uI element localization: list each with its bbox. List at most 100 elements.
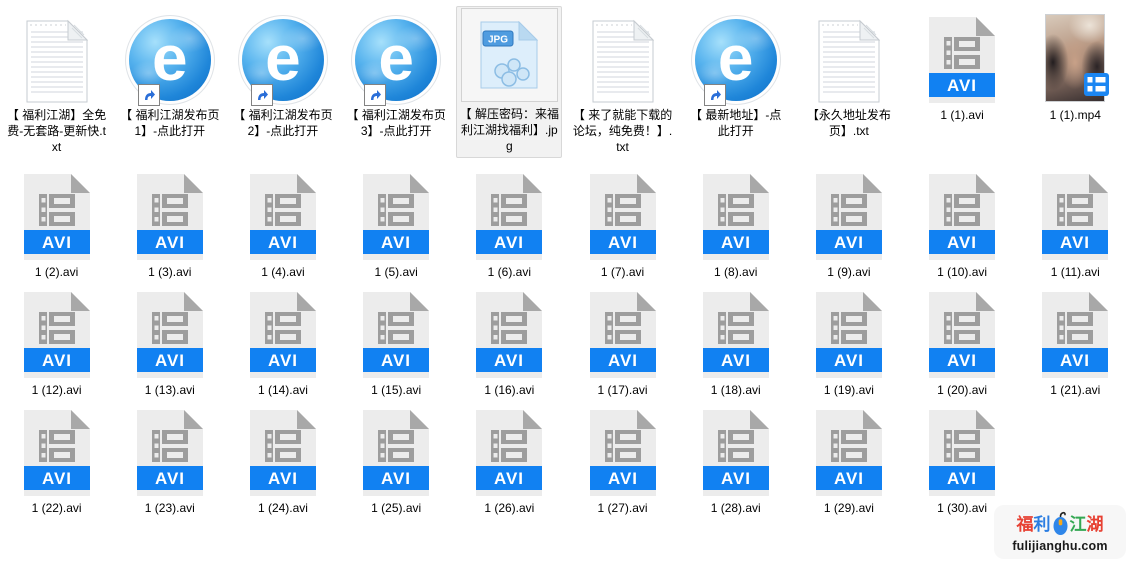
file-item[interactable]: e 【 福利江湖发布页1】-点此打开 <box>113 6 226 170</box>
file-name-label[interactable]: 1 (24).avi <box>258 500 308 516</box>
file-name-label[interactable]: 1 (25).avi <box>371 500 421 516</box>
file-item[interactable]: AVI 1 (22).avi <box>0 406 113 524</box>
file-name-label[interactable]: 【 福利江湖发布页1】-点此打开 <box>119 107 221 139</box>
watermark-domain: fulijianghu.com <box>1012 539 1107 553</box>
file-item[interactable]: AVI 1 (29).avi <box>792 406 905 524</box>
file-item[interactable]: e 【 最新地址】-点此打开 <box>679 6 792 170</box>
file-icon-area: AVI <box>1042 170 1108 260</box>
file-name-label[interactable]: 1 (26).avi <box>484 500 534 516</box>
file-name-label[interactable]: 【 福利江湖发布页3】-点此打开 <box>345 107 447 139</box>
file-item[interactable]: AVI 1 (11).avi <box>1019 170 1132 288</box>
file-name-label[interactable]: 【永久地址发布页】.txt <box>798 107 900 139</box>
video-file-icon: AVI <box>476 292 542 378</box>
file-item[interactable]: 1 (1).mp4 <box>1019 6 1132 170</box>
svg-text:AVI: AVI <box>834 233 864 252</box>
file-name-label[interactable]: 1 (28).avi <box>711 500 761 516</box>
file-icon-area: AVI <box>250 288 316 378</box>
file-item[interactable]: AVI 1 (24).avi <box>226 406 339 524</box>
file-item[interactable]: AVI 1 (25).avi <box>340 406 453 524</box>
file-name-label[interactable]: 1 (15).avi <box>371 382 421 398</box>
file-item[interactable]: AVI 1 (17).avi <box>566 288 679 406</box>
file-item[interactable]: AVI 1 (21).avi <box>1019 288 1132 406</box>
file-item[interactable]: AVI 1 (14).avi <box>226 288 339 406</box>
file-name-label[interactable]: 1 (7).avi <box>601 264 644 280</box>
file-item[interactable]: AVI 1 (18).avi <box>679 288 792 406</box>
file-name-label[interactable]: 1 (9).avi <box>827 264 870 280</box>
file-item[interactable]: JPG 【 解压密码：来福利江湖找福利】.jpg <box>456 6 562 158</box>
file-name-label[interactable]: 1 (20).avi <box>937 382 987 398</box>
file-icon-area: AVI <box>703 288 769 378</box>
video-file-icon: AVI <box>703 410 769 496</box>
file-name-label[interactable]: 【 解压密码：来福利江湖找福利】.jpg <box>458 106 560 154</box>
file-item[interactable]: AVI 1 (1).avi <box>906 6 1019 170</box>
file-name-label[interactable]: 1 (1).mp4 <box>1050 107 1101 123</box>
file-icon-area: AVI <box>24 406 90 496</box>
file-item[interactable]: AVI 1 (26).avi <box>453 406 566 524</box>
file-name-label[interactable]: 1 (30).avi <box>937 500 987 516</box>
file-name-label[interactable]: 【 最新地址】-点此打开 <box>685 107 787 139</box>
file-name-label[interactable]: 1 (22).avi <box>32 500 82 516</box>
file-icon-area <box>1045 6 1105 103</box>
file-name-label[interactable]: 1 (1).avi <box>940 107 983 123</box>
file-item[interactable]: e 【 福利江湖发布页3】-点此打开 <box>340 6 453 170</box>
video-file-icon: AVI <box>363 410 429 496</box>
video-file-icon: AVI <box>363 174 429 260</box>
file-item[interactable]: AVI 1 (5).avi <box>340 170 453 288</box>
svg-text:JPG: JPG <box>488 35 508 46</box>
file-item[interactable]: AVI 1 (12).avi <box>0 288 113 406</box>
watermark-logo: 福 利 江 湖 <box>1017 511 1104 537</box>
file-name-label[interactable]: 【 来了就能下载的论坛，纯免费！】.txt <box>572 107 674 155</box>
file-name-label[interactable]: 1 (4).avi <box>261 264 304 280</box>
file-name-label[interactable]: 1 (6).avi <box>488 264 531 280</box>
file-name-label[interactable]: 1 (27).avi <box>598 500 648 516</box>
file-icon-area: AVI <box>476 288 542 378</box>
file-name-label[interactable]: 1 (17).avi <box>598 382 648 398</box>
file-name-label[interactable]: 1 (12).avi <box>32 382 82 398</box>
file-item[interactable]: AVI 1 (7).avi <box>566 170 679 288</box>
file-item[interactable]: 【 来了就能下载的论坛，纯免费！】.txt <box>566 6 679 170</box>
file-item[interactable]: AVI 1 (2).avi <box>0 170 113 288</box>
file-row-3: AVI 1 (12).avi AVI 1 (13).avi AVI 1 (14)… <box>0 288 1132 406</box>
svg-text:AVI: AVI <box>607 469 637 488</box>
file-name-label[interactable]: 【 福利江湖】全免费-无套路-更新快.txt <box>6 107 108 155</box>
file-item[interactable]: AVI 1 (10).avi <box>906 170 1019 288</box>
file-name-label[interactable]: 【 福利江湖发布页2】-点此打开 <box>232 107 334 139</box>
file-icon-area: e <box>695 6 777 103</box>
file-icon-area: AVI <box>476 170 542 260</box>
file-item[interactable]: AVI 1 (4).avi <box>226 170 339 288</box>
file-item[interactable]: AVI 1 (3).avi <box>113 170 226 288</box>
file-name-label[interactable]: 1 (8).avi <box>714 264 757 280</box>
file-name-label[interactable]: 1 (14).avi <box>258 382 308 398</box>
file-name-label[interactable]: 1 (23).avi <box>145 500 195 516</box>
file-name-label[interactable]: 1 (13).avi <box>145 382 195 398</box>
file-name-label[interactable]: 1 (3).avi <box>148 264 191 280</box>
file-item[interactable]: AVI 1 (13).avi <box>113 288 226 406</box>
video-file-icon: AVI <box>24 174 90 260</box>
file-item[interactable]: AVI 1 (8).avi <box>679 170 792 288</box>
text-document-icon <box>818 19 880 103</box>
file-item[interactable]: AVI 1 (27).avi <box>566 406 679 524</box>
file-item[interactable]: AVI 1 (15).avi <box>340 288 453 406</box>
file-item[interactable]: AVI 1 (20).avi <box>906 288 1019 406</box>
file-name-label[interactable]: 1 (18).avi <box>711 382 761 398</box>
text-document-icon <box>592 19 654 103</box>
file-item[interactable]: AVI 1 (6).avi <box>453 170 566 288</box>
file-item[interactable]: 【永久地址发布页】.txt <box>792 6 905 170</box>
file-name-label[interactable]: 1 (11).avi <box>1051 264 1100 280</box>
file-name-label[interactable]: 1 (21).avi <box>1050 382 1100 398</box>
file-name-label[interactable]: 1 (10).avi <box>937 264 987 280</box>
file-item[interactable]: AVI 1 (16).avi <box>453 288 566 406</box>
file-item[interactable]: e 【 福利江湖发布页2】-点此打开 <box>226 6 339 170</box>
file-name-label[interactable]: 1 (29).avi <box>824 500 874 516</box>
file-name-label[interactable]: 1 (5).avi <box>374 264 417 280</box>
file-item[interactable]: AVI 1 (28).avi <box>679 406 792 524</box>
file-icon-area <box>818 6 880 103</box>
file-item[interactable]: AVI 1 (19).avi <box>792 288 905 406</box>
file-item[interactable]: AVI 1 (23).avi <box>113 406 226 524</box>
file-name-label[interactable]: 1 (19).avi <box>824 382 874 398</box>
video-file-icon: AVI <box>590 410 656 496</box>
file-item[interactable]: AVI 1 (9).avi <box>792 170 905 288</box>
file-name-label[interactable]: 1 (16).avi <box>484 382 534 398</box>
file-name-label[interactable]: 1 (2).avi <box>35 264 78 280</box>
file-item[interactable]: 【 福利江湖】全免费-无套路-更新快.txt <box>0 6 113 170</box>
